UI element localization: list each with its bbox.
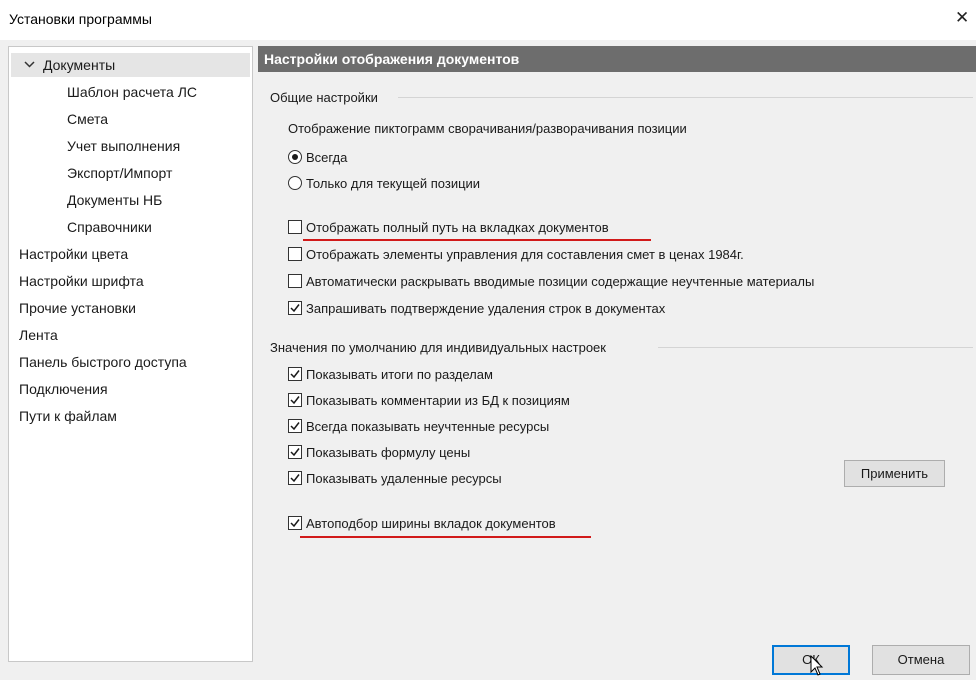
- checkmark-icon: [290, 396, 300, 405]
- check-auto-expand-label: Автоматически раскрывать вводимые позици…: [306, 274, 815, 289]
- checkmark-icon: [290, 370, 300, 379]
- sidebar-item-ribbon[interactable]: Лента: [19, 327, 58, 343]
- sidebar-item-color[interactable]: Настройки цвета: [19, 246, 128, 262]
- checkbox-checked: [288, 471, 302, 485]
- checkbox-checked: [288, 301, 302, 315]
- checkmark-icon: [290, 519, 300, 528]
- check-db-comments-label: Показывать комментарии из БД к позициям: [306, 393, 570, 408]
- sidebar-item-nb-documents[interactable]: Документы НБ: [67, 192, 162, 208]
- apply-button[interactable]: Применить: [844, 460, 945, 487]
- panel-title: Настройки отображения документов: [264, 51, 520, 67]
- checkmark-icon: [290, 304, 300, 313]
- red-highlight-underline: [300, 536, 591, 538]
- settings-tree: Документы Шаблон расчета ЛС Смета Учет в…: [8, 46, 253, 662]
- settings-panel: Настройки отображения документов Общие н…: [258, 46, 976, 662]
- checkbox: [288, 220, 302, 234]
- checkbox-checked: [288, 367, 302, 381]
- check-deleted-resources-label: Показывать удаленные ресурсы: [306, 471, 502, 486]
- checkbox: [288, 274, 302, 288]
- check-1984-controls-label: Отображать элементы управления для соста…: [306, 247, 744, 262]
- checkbox-checked: [288, 516, 302, 530]
- check-full-path-label: Отображать полный путь на вкладках докум…: [306, 220, 609, 235]
- sidebar-item-quick-access[interactable]: Панель быстрого доступа: [19, 354, 187, 370]
- radio-circle: [288, 176, 302, 190]
- general-group-label: Общие настройки: [270, 90, 378, 105]
- radio-dot: [292, 154, 298, 160]
- red-highlight-underline: [303, 239, 651, 241]
- sidebar-item-connections[interactable]: Подключения: [19, 381, 108, 397]
- check-price-formula-label: Показывать формулу цены: [306, 445, 471, 460]
- group-divider: [398, 97, 973, 98]
- check-section-totals-label: Показывать итоги по разделам: [306, 367, 493, 382]
- mouse-pointer-icon: [810, 655, 824, 676]
- sidebar-item-execution[interactable]: Учет выполнения: [67, 138, 180, 154]
- sidebar-item-references[interactable]: Справочники: [67, 219, 152, 235]
- checkbox-checked: [288, 419, 302, 433]
- check-auto-tab-width-label: Автоподбор ширины вкладок документов: [306, 516, 556, 531]
- sidebar-item-documents[interactable]: Документы: [43, 57, 115, 73]
- title-bar: Установки программы ✕: [0, 0, 976, 40]
- check-confirm-delete-label: Запрашивать подтверждение удаления строк…: [306, 301, 666, 316]
- checkmark-icon: [290, 422, 300, 431]
- radio-always-label: Всегда: [306, 150, 348, 165]
- check-unaccounted-resources-label: Всегда показывать неучтенные ресурсы: [306, 419, 550, 434]
- sidebar-item-estimate[interactable]: Смета: [67, 111, 108, 127]
- sidebar-item-file-paths[interactable]: Пути к файлам: [19, 408, 117, 424]
- chevron-down-icon[interactable]: [23, 58, 36, 71]
- checkbox-checked: [288, 445, 302, 459]
- sidebar-item-font[interactable]: Настройки шрифта: [19, 273, 144, 289]
- sidebar-item-other[interactable]: Прочие установки: [19, 300, 136, 316]
- group-divider: [658, 347, 973, 348]
- radio-circle: [288, 150, 302, 164]
- sidebar-item-ls-template[interactable]: Шаблон расчета ЛС: [67, 84, 197, 100]
- checkmark-icon: [290, 448, 300, 457]
- close-icon[interactable]: ✕: [955, 8, 969, 28]
- sidebar-item-export-import[interactable]: Экспорт/Импорт: [67, 165, 172, 181]
- icons-option-label: Отображение пиктограмм сворачивания/разв…: [288, 121, 687, 136]
- defaults-group-label: Значения по умолчанию для индивидуальных…: [270, 340, 606, 355]
- window-title: Установки программы: [9, 11, 152, 27]
- checkmark-icon: [290, 474, 300, 483]
- radio-current-only-label: Только для текущей позиции: [306, 176, 481, 191]
- checkbox: [288, 247, 302, 261]
- cancel-button[interactable]: Отмена: [872, 645, 970, 675]
- checkbox-checked: [288, 393, 302, 407]
- panel-header: Настройки отображения документов: [258, 46, 976, 72]
